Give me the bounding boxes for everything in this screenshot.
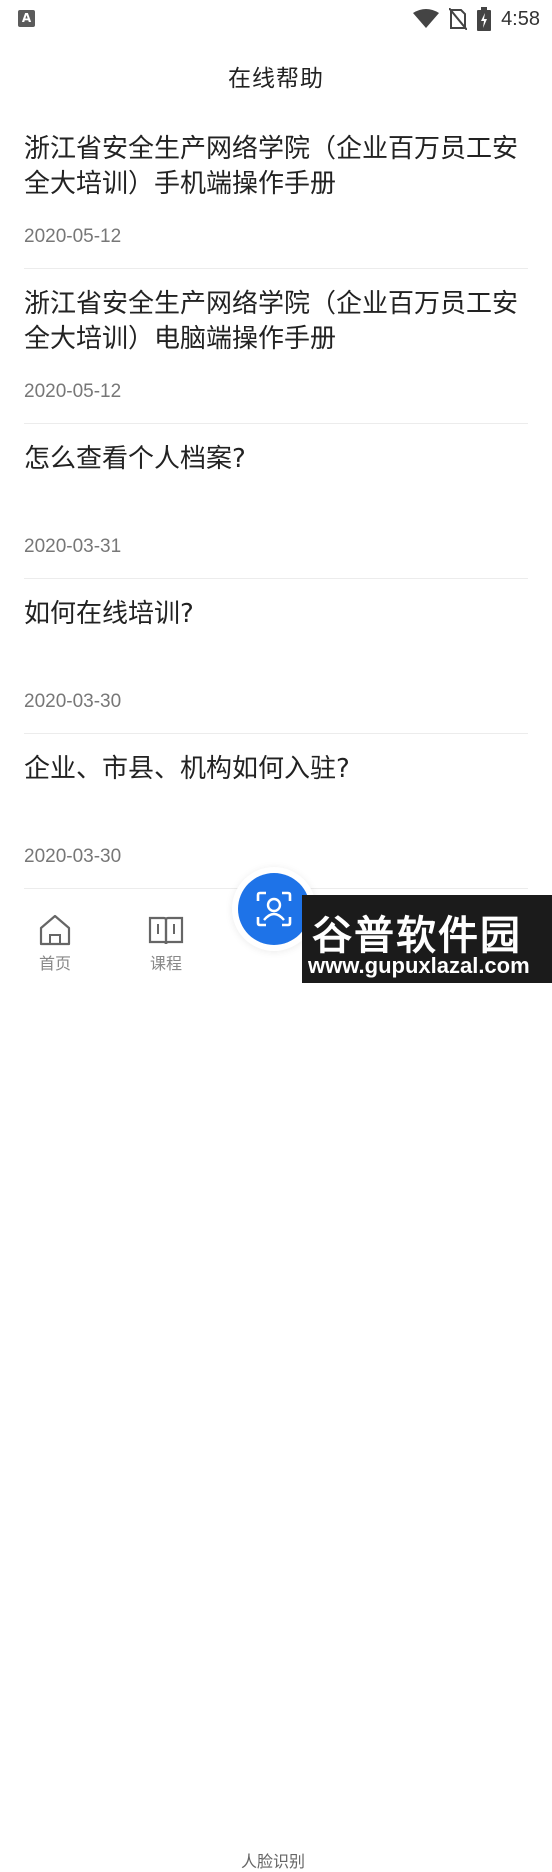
list-item[interactable]: 浙江省安全生产网络学院（企业百万员工安全大培训）手机端操作手册 2020-05-…	[24, 114, 528, 269]
wifi-icon	[413, 9, 440, 28]
tab-home[interactable]: 首页	[15, 914, 95, 974]
watermark-url: www.gupuxlazal.com	[308, 953, 530, 978]
page-title: 在线帮助	[228, 66, 324, 92]
tab-face-recognition-label: 人脸识别	[241, 1852, 306, 1871]
face-recognition-button[interactable]	[238, 873, 310, 945]
list-item[interactable]: 企业、市县、机构如何入驻? 2020-03-30	[24, 734, 528, 889]
list-item[interactable]: 如何在线培训? 2020-03-30	[24, 579, 528, 734]
app-notification-icon: A	[18, 10, 35, 27]
article-title: 浙江省安全生产网络学院（企业百万员工安全大培训）电脑端操作手册	[24, 289, 519, 354]
status-time: 4:58	[501, 7, 540, 30]
watermark-overlay: 谷普软件园 www.gupuxlazal.com	[302, 895, 552, 983]
article-title: 浙江省安全生产网络学院（企业百万员工安全大培训）手机端操作手册	[24, 134, 519, 199]
battery-charging-icon	[477, 7, 492, 31]
article-title: 企业、市县、机构如何入驻?	[24, 754, 350, 784]
list-item[interactable]: 怎么查看个人档案? 2020-03-31	[24, 424, 528, 579]
no-sim-icon	[449, 8, 468, 30]
article-date: 2020-03-31	[24, 536, 122, 557]
article-date: 2020-05-12	[24, 381, 122, 402]
book-icon	[148, 916, 184, 945]
tab-course[interactable]: 课程	[126, 914, 206, 974]
title-bar: 在线帮助	[0, 38, 552, 114]
face-scan-icon	[256, 891, 292, 927]
article-date: 2020-03-30	[24, 846, 122, 867]
article-date: 2020-03-30	[24, 691, 122, 712]
status-bar: A 4:58	[0, 0, 552, 38]
article-title: 如何在线培训?	[24, 599, 194, 629]
article-title: 怎么查看个人档案?	[24, 444, 246, 474]
help-article-list: 浙江省安全生产网络学院（企业百万员工安全大培训）手机端操作手册 2020-05-…	[24, 114, 528, 889]
status-icons: 4:58	[413, 6, 540, 32]
tab-course-label: 课程	[149, 954, 182, 973]
article-date: 2020-05-12	[24, 226, 122, 247]
list-item[interactable]: 浙江省安全生产网络学院（企业百万员工安全大培训）电脑端操作手册 2020-05-…	[24, 269, 528, 424]
home-icon	[39, 914, 71, 946]
tab-home-label: 首页	[38, 954, 71, 973]
